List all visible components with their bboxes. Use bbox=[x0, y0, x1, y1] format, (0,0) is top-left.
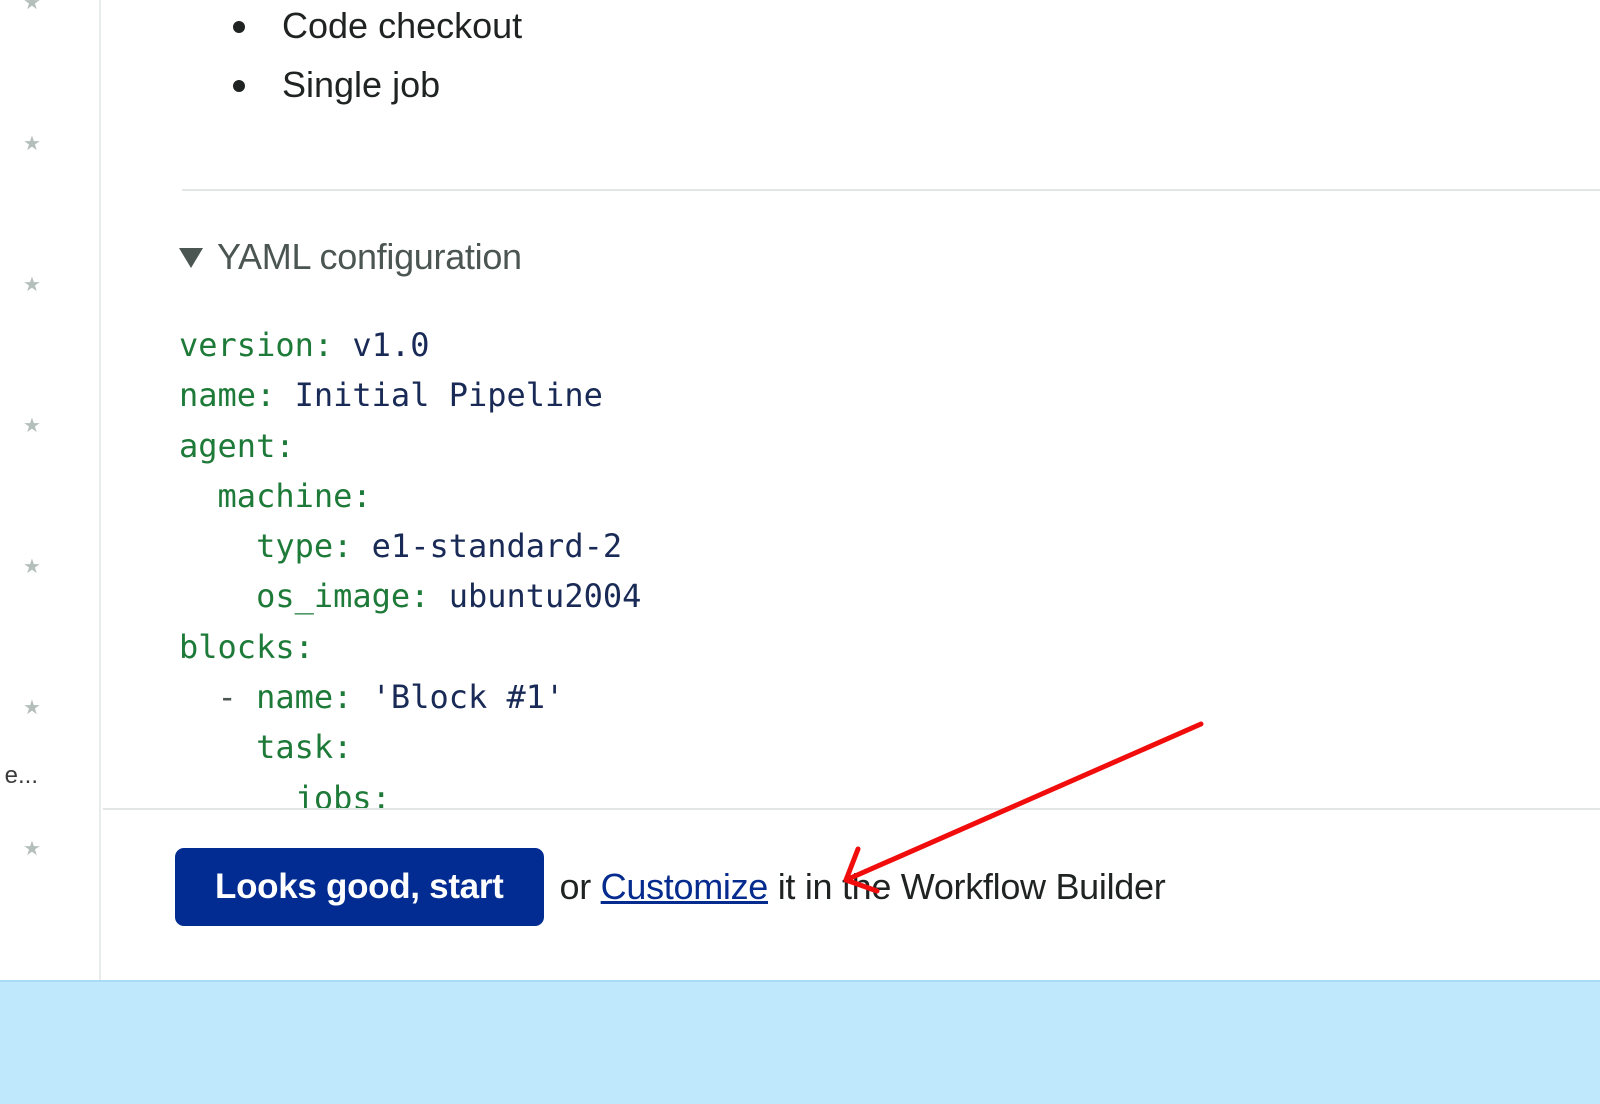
list-item: Single job bbox=[228, 59, 522, 118]
yaml-value: ubuntu2004 bbox=[429, 577, 642, 616]
yaml-configuration-label: YAML configuration bbox=[217, 236, 522, 277]
yaml-line: task: bbox=[179, 722, 1579, 772]
yaml-line: type: e1-standard-2 bbox=[179, 521, 1579, 571]
left-rail: ★ ★ ★ ★ ★ ★ e... ★ bbox=[0, 0, 101, 981]
yaml-value: e1-standard-2 bbox=[352, 527, 623, 566]
rail-truncated-label[interactable]: e... bbox=[0, 762, 38, 790]
footer-actions: Looks good, start or Customize it in the… bbox=[175, 848, 1166, 926]
footer-divider bbox=[103, 808, 1600, 810]
looks-good-start-button[interactable]: Looks good, start bbox=[175, 848, 544, 926]
yaml-key: agent: bbox=[179, 426, 295, 465]
yaml-line: jobs: bbox=[179, 773, 1579, 810]
yaml-key: task: bbox=[256, 728, 353, 767]
yaml-value: Initial Pipeline bbox=[275, 376, 603, 415]
yaml-indent bbox=[179, 477, 218, 515]
yaml-configuration-toggle[interactable]: YAML configuration bbox=[179, 236, 522, 278]
yaml-key: jobs: bbox=[294, 778, 391, 810]
list-item-label: Single job bbox=[282, 64, 441, 105]
yaml-value: v1.0 bbox=[333, 326, 430, 364]
yaml-key: machine: bbox=[217, 476, 372, 515]
disclosure-triangle-icon bbox=[179, 248, 203, 268]
yaml-indent: - bbox=[179, 678, 257, 717]
star-icon[interactable]: ★ bbox=[22, 415, 42, 435]
star-icon[interactable]: ★ bbox=[22, 133, 42, 153]
yaml-line: version: v1.0 bbox=[179, 320, 1579, 370]
yaml-line: machine: bbox=[179, 471, 1579, 521]
yaml-key: version: bbox=[179, 326, 334, 364]
star-icon[interactable]: ★ bbox=[22, 697, 42, 717]
yaml-key: name: bbox=[256, 678, 353, 717]
yaml-line: blocks: bbox=[179, 622, 1579, 672]
yaml-line: agent: bbox=[179, 421, 1579, 471]
yaml-indent bbox=[179, 527, 256, 565]
pipeline-summary-list: Code checkout Single job bbox=[228, 0, 522, 118]
yaml-indent bbox=[179, 728, 256, 766]
list-item-label: Code checkout bbox=[282, 5, 523, 46]
window-bottom-border bbox=[0, 980, 1600, 982]
app-window: ★ ★ ★ ★ ★ ★ e... ★ Code checkout Single … bbox=[0, 0, 1600, 981]
star-icon[interactable]: ★ bbox=[22, 274, 42, 294]
star-icon[interactable]: ★ bbox=[22, 838, 42, 858]
bullet-dot-icon bbox=[233, 21, 245, 33]
yaml-line: os_image: ubuntu2004 bbox=[179, 571, 1579, 621]
yaml-value: 'Block #1' bbox=[352, 678, 565, 717]
yaml-indent bbox=[179, 779, 295, 810]
bullet-dot-icon bbox=[233, 80, 245, 92]
yaml-code-block: version: v1.0 name: Initial Pipeline agent… bbox=[179, 320, 1579, 810]
footer-text-after: it in the Workflow Builder bbox=[768, 866, 1166, 907]
star-icon[interactable]: ★ bbox=[22, 556, 42, 576]
yaml-key: blocks: bbox=[179, 627, 314, 666]
yaml-key: name: bbox=[179, 376, 276, 415]
yaml-line: name: Initial Pipeline bbox=[179, 370, 1579, 420]
footer-text-before: or bbox=[559, 866, 601, 907]
yaml-key: os_image: bbox=[256, 577, 430, 616]
list-item: Code checkout bbox=[228, 0, 522, 59]
footer-text: or Customize it in the Workflow Builder bbox=[560, 866, 1166, 908]
section-divider bbox=[182, 189, 1600, 191]
yaml-line: - name: 'Block #1' bbox=[179, 672, 1579, 722]
star-icon[interactable]: ★ bbox=[22, 0, 42, 12]
yaml-key: type: bbox=[256, 527, 353, 566]
customize-link[interactable]: Customize bbox=[601, 866, 769, 907]
yaml-indent bbox=[179, 577, 256, 615]
main-panel: Code checkout Single job YAML configurat… bbox=[103, 0, 1600, 981]
